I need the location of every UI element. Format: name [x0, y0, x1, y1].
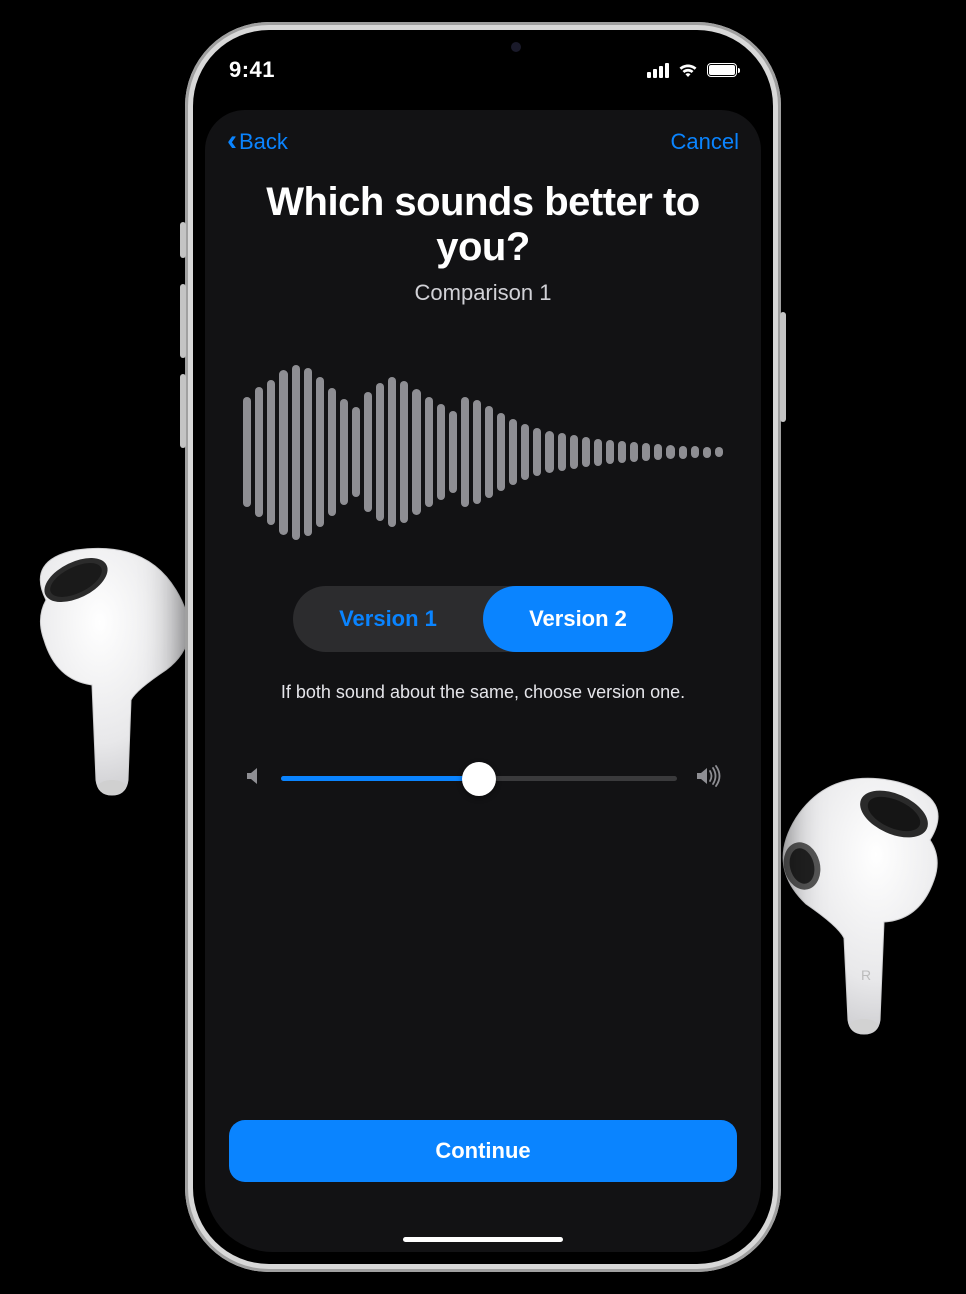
- helper-text: If both sound about the same, choose ver…: [265, 680, 701, 705]
- back-button[interactable]: ‹ Back: [227, 128, 288, 156]
- volume-slider-thumb[interactable]: [462, 762, 496, 796]
- power-button: [780, 312, 786, 422]
- version-2-option[interactable]: Version 2: [483, 586, 673, 652]
- wifi-icon: [677, 62, 699, 78]
- airpod-left-illustration: [16, 540, 206, 800]
- status-time: 9:41: [229, 57, 275, 83]
- cancel-button[interactable]: Cancel: [671, 129, 739, 155]
- battery-icon: [707, 63, 737, 77]
- volume-up-button: [180, 284, 186, 358]
- svg-text:R: R: [861, 967, 871, 983]
- notch: [393, 30, 573, 64]
- volume-slider-row: [245, 765, 721, 792]
- sheet: ‹ Back Cancel Which sounds better to you…: [205, 110, 761, 1252]
- page-title: Which sounds better to you?: [237, 180, 729, 270]
- version-1-option[interactable]: Version 1: [293, 586, 483, 652]
- home-indicator[interactable]: [403, 1237, 563, 1242]
- mute-switch: [180, 222, 186, 258]
- volume-down-button: [180, 374, 186, 448]
- volume-high-icon: [695, 765, 721, 792]
- page-subtitle: Comparison 1: [205, 280, 761, 306]
- cellular-icon: [647, 63, 669, 78]
- airpod-right-illustration: R: [760, 770, 960, 1040]
- version-segmented-control: Version 1 Version 2: [293, 586, 673, 652]
- chevron-left-icon: ‹: [227, 126, 237, 156]
- continue-button[interactable]: Continue: [229, 1120, 737, 1182]
- phone-frame: 9:41 ‹ Back Cancel Which sounds better t…: [185, 22, 781, 1272]
- waveform-graphic: [243, 362, 723, 542]
- volume-low-icon: [245, 766, 263, 791]
- volume-slider[interactable]: [281, 776, 677, 781]
- back-label: Back: [239, 129, 288, 155]
